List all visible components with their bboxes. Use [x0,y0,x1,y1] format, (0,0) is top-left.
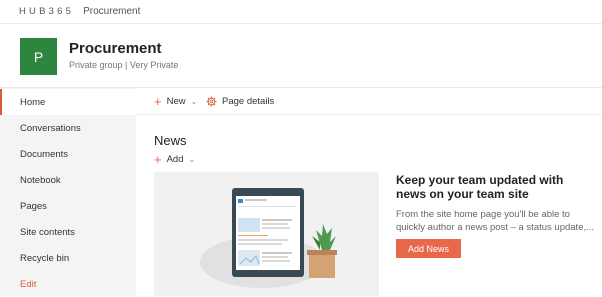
news-illustration [154,172,379,296]
nav-item-label: Recycle bin [20,252,70,264]
site-title[interactable]: Procurement [69,40,162,57]
page-details-label: Page details [222,95,275,107]
news-section-title: News [154,133,187,148]
chevron-down-icon: ⌄ [188,154,196,164]
nav-item-site-contents[interactable]: Site contents [0,219,136,245]
site-logo-letter: P [33,48,44,65]
command-bar: + New ⌄ Page details [136,88,602,115]
news-promo-text: From the site home page you'll be able t… [396,209,595,233]
site-header: P Procurement Private group | Very Priva… [0,24,602,87]
plus-icon: + [154,93,162,109]
site-logo[interactable]: P [20,38,57,75]
new-button[interactable]: + New ⌄ [154,88,197,114]
nav-item-label: Site contents [20,226,75,238]
left-navigation: Home Conversations Documents Notebook Pa… [0,88,136,296]
page-details-button[interactable]: Page details [206,88,274,114]
news-add-button[interactable]: + Add ⌄ [154,152,195,166]
news-add-label: Add [166,153,184,165]
nav-item-home[interactable]: Home [0,89,136,115]
nav-item-pages[interactable]: Pages [0,193,136,219]
nav-item-recycle-bin[interactable]: Recycle bin [0,245,136,271]
nav-item-label: Pages [20,200,47,212]
site-subtitle: Private group | Very Private [69,60,179,70]
news-promo-title: Keep your team updated with news on your… [396,173,564,201]
add-news-button[interactable]: Add News [396,239,461,258]
new-button-label: New [166,95,186,107]
suite-bar: HUB365 Procurement [0,0,602,24]
nav-item-label: Notebook [20,174,61,186]
nav-item-documents[interactable]: Documents [0,141,136,167]
nav-item-label: Home [20,96,46,108]
nav-item-label: Edit [20,278,37,290]
nav-item-conversations[interactable]: Conversations [0,115,136,141]
nav-item-label: Conversations [20,122,81,134]
nav-item-notebook[interactable]: Notebook [0,167,136,193]
site-breadcrumb-link[interactable]: Procurement [83,6,140,17]
nav-item-label: Documents [20,148,69,160]
gear-icon [206,96,217,107]
plus-icon: + [154,151,162,167]
nav-edit-link[interactable]: Edit [0,271,136,297]
brand-label[interactable]: HUB365 [19,6,74,17]
chevron-down-icon: ⌄ [190,96,198,106]
